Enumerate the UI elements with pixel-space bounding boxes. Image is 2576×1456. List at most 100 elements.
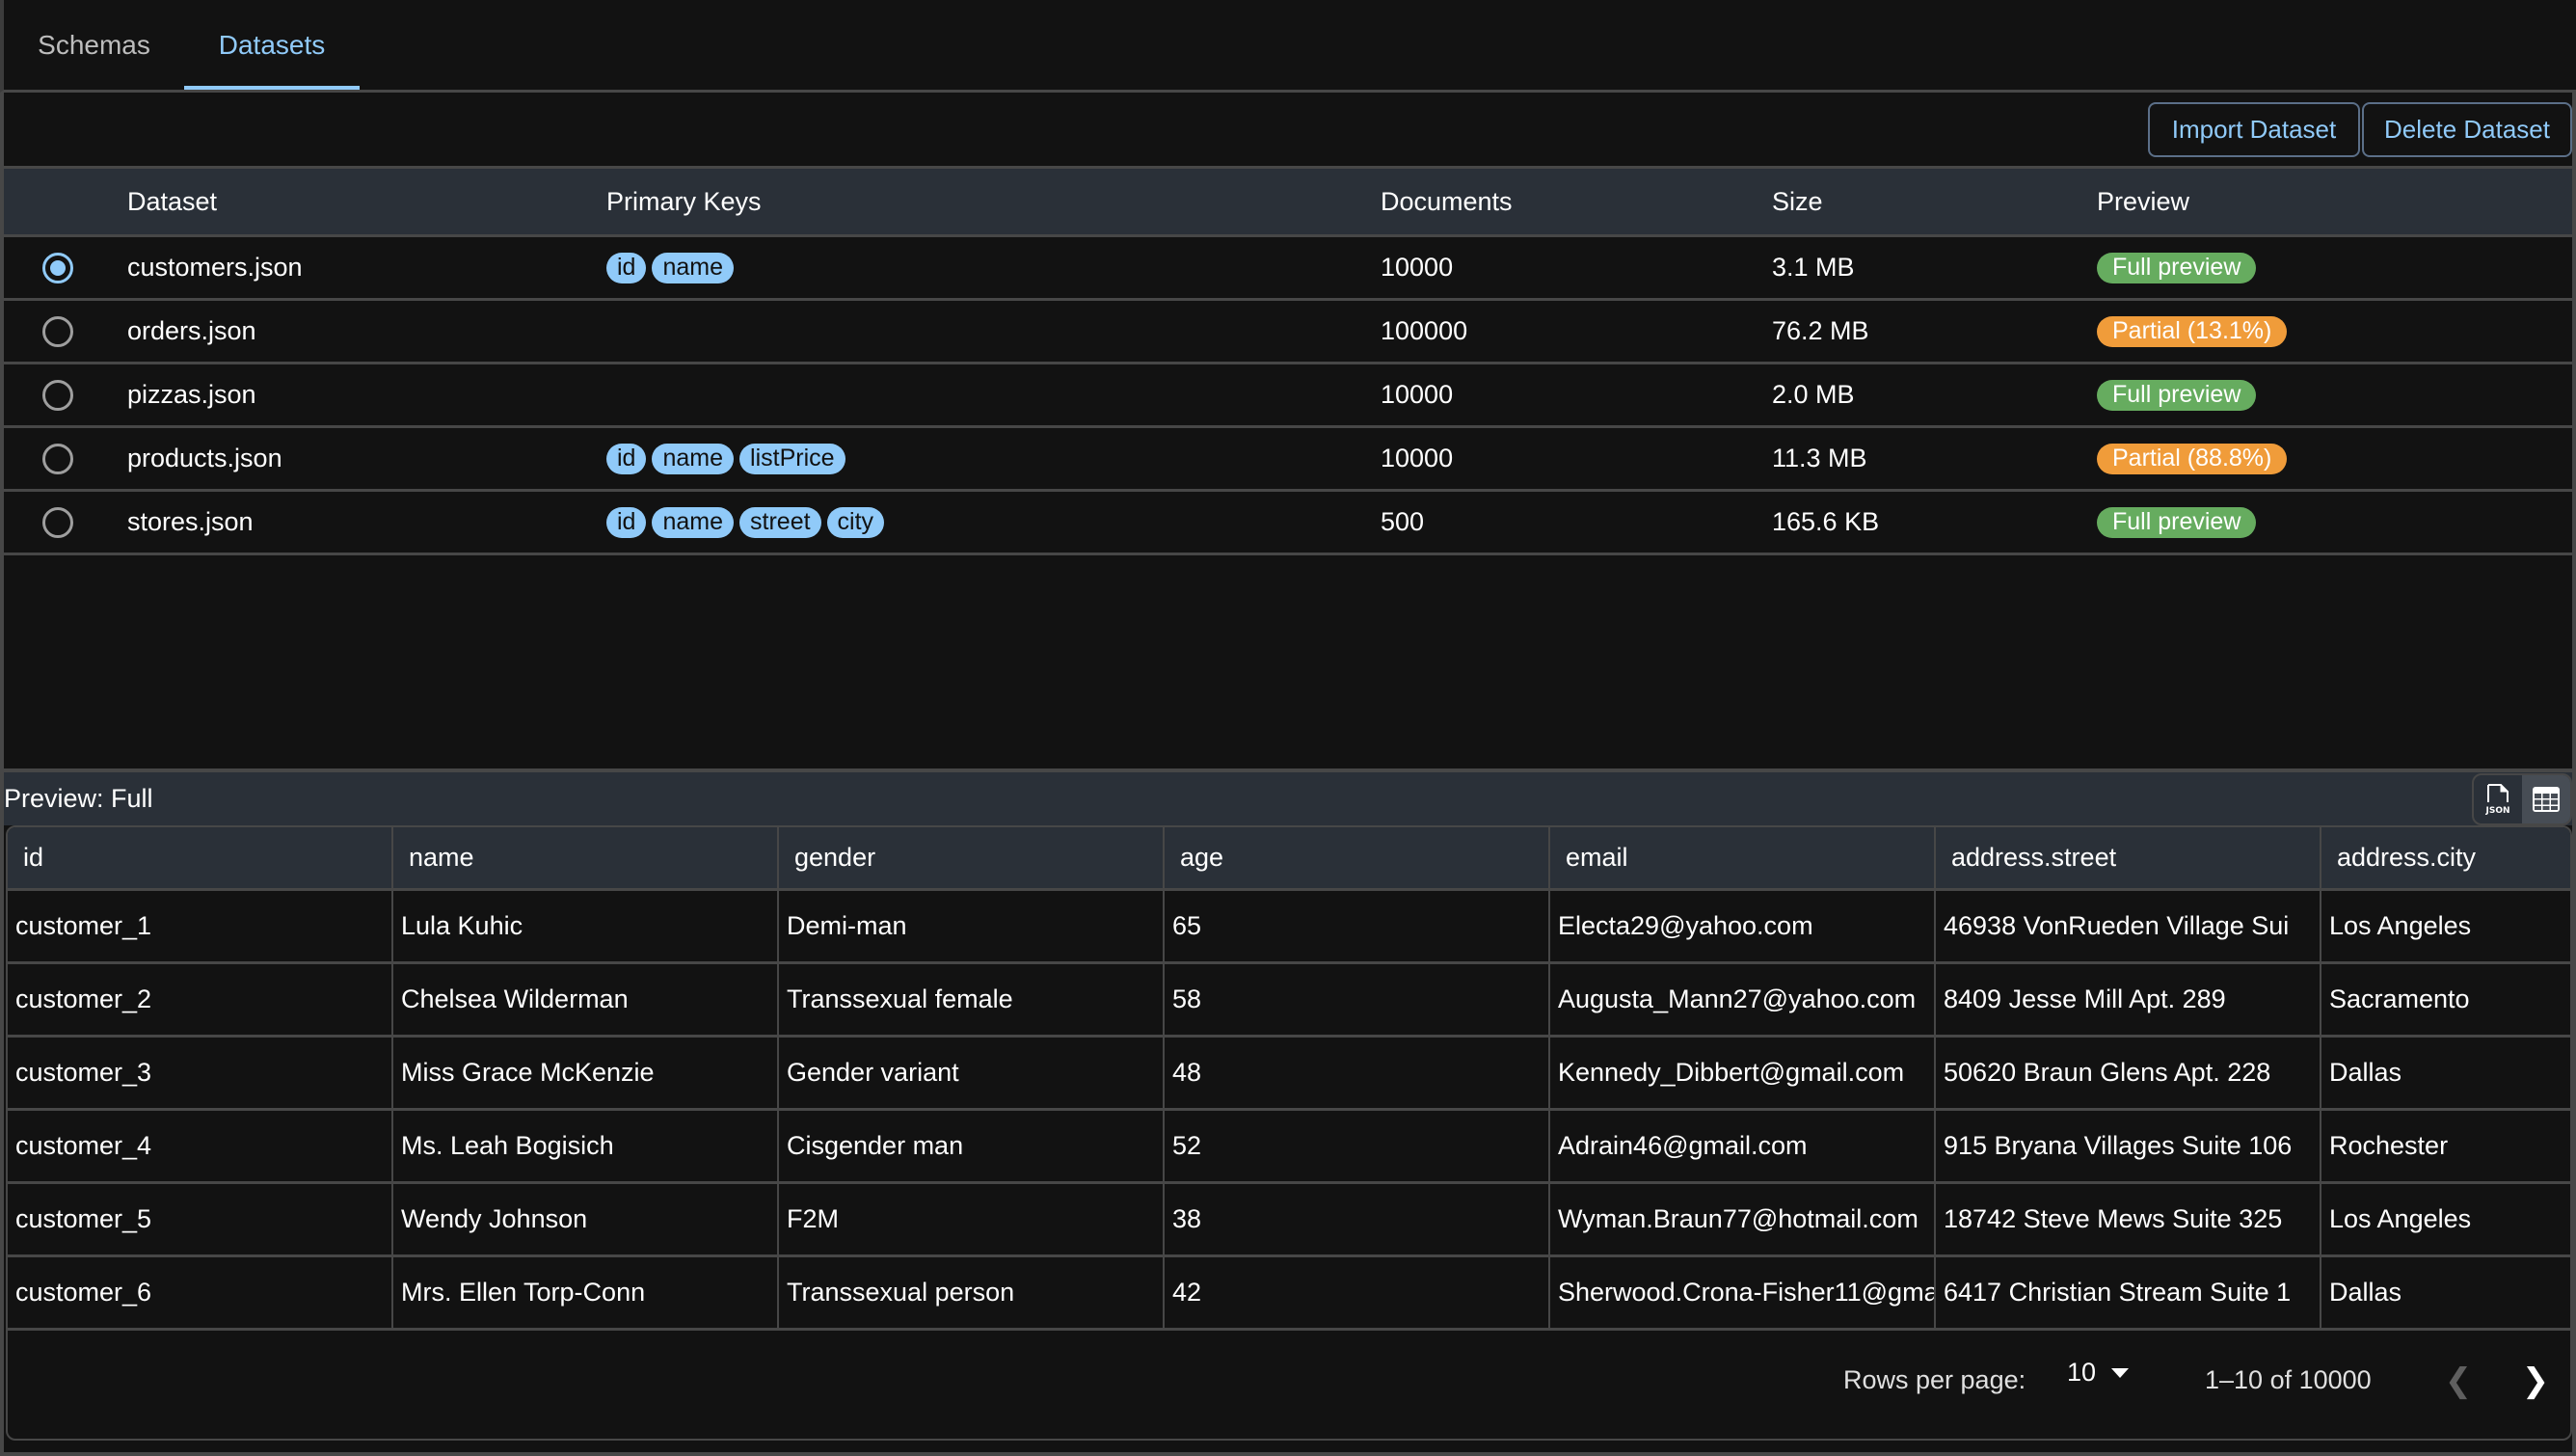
preview-table-row: customer_5 Wendy Johnson F2M 38 Wyman.Braun7… bbox=[8, 1184, 2570, 1257]
preview-table-row: customer_6 Mrs. Ellen Torp-Conn Transsexua… bbox=[8, 1257, 2570, 1331]
preview-column-header[interactable]: address.street bbox=[1936, 827, 2321, 888]
column-header-size: Size bbox=[1772, 186, 1823, 216]
preview-column-header[interactable]: gender bbox=[779, 827, 1165, 888]
dataset-radio-cell bbox=[39, 237, 77, 298]
document-count: 10000 bbox=[1381, 444, 1454, 472]
preview-cell-id: customer_3 bbox=[8, 1038, 393, 1108]
rows-per-page-value: 10 bbox=[2067, 1358, 2097, 1387]
preview-status-badge: Full preview bbox=[2097, 506, 2257, 538]
column-header-dataset: Dataset bbox=[127, 186, 218, 216]
dropdown-caret-icon bbox=[2111, 1367, 2130, 1378]
primary-key-chip: listPrice bbox=[739, 443, 845, 474]
preview-cell-address-city: Dallas bbox=[2329, 1278, 2402, 1307]
preview-cell-id: customer_1 bbox=[8, 891, 393, 961]
dataset-row[interactable]: orders.json 100000 76.2 MB Partial (13.1%) bbox=[4, 301, 2572, 364]
preview-cell-address-street: 18742 Steve Mews Suite 325 bbox=[1936, 1184, 2321, 1254]
primary-key-chip: id bbox=[606, 252, 647, 283]
preview-status-badge: Full preview bbox=[2097, 379, 2257, 411]
dataset-row[interactable]: stores.json id name street city 500 165.6 KB Fu… bbox=[4, 492, 2572, 555]
pagination-range: 1–10 of 10000 bbox=[2205, 1365, 2372, 1394]
json-view-button[interactable]: JSON bbox=[2474, 775, 2522, 823]
dataset-radio[interactable] bbox=[42, 315, 73, 347]
datasets-table-header: Dataset Primary Keys Documents Size Prev… bbox=[4, 166, 2572, 237]
document-count: 100000 bbox=[1381, 316, 1468, 345]
preview-cell-age: 58 bbox=[1165, 964, 1550, 1035]
preview-cell-gender: F2M bbox=[779, 1184, 1165, 1254]
datasets-table: Dataset Primary Keys Documents Size Prev… bbox=[4, 166, 2572, 555]
preview-cell-id: customer_4 bbox=[8, 1111, 393, 1181]
dataset-size: 3.1 MB bbox=[1772, 253, 1855, 282]
preview-column-header[interactable]: id bbox=[8, 827, 393, 888]
dataset-radio[interactable] bbox=[42, 443, 73, 474]
preview-column-header[interactable]: address.city bbox=[2321, 827, 2570, 888]
preview-cell-email: Augusta_Mann27@yahoo.com bbox=[1550, 964, 1936, 1035]
preview-column-header[interactable]: email bbox=[1550, 827, 1936, 888]
preview-cell-address-city: Rochester bbox=[2329, 1131, 2449, 1160]
dataset-name: orders.json bbox=[127, 316, 256, 345]
tab-schemas[interactable]: Schemas bbox=[4, 0, 184, 90]
preview-cell-address-street: 46938 VonRueden Village Sui bbox=[1936, 891, 2321, 961]
preview-cell-email: Sherwood.Crona-Fisher11@gmail.com bbox=[1550, 1257, 1936, 1328]
import-dataset-button[interactable]: Import Dataset bbox=[2148, 102, 2360, 157]
dataset-size: 11.3 MB bbox=[1772, 444, 1867, 472]
preview-cell-address-city: Los Angeles bbox=[2329, 911, 2472, 940]
dataset-name: pizzas.json bbox=[127, 380, 256, 409]
preview-cell: Partial (88.8%) bbox=[2097, 428, 2288, 489]
dataset-radio[interactable] bbox=[42, 506, 73, 538]
table-view-button[interactable] bbox=[2522, 775, 2570, 823]
preview-cell-name: Lula Kuhic bbox=[393, 891, 779, 961]
preview-cell: Full preview bbox=[2097, 237, 2257, 298]
preview-cell-address-street: 915 Bryana Villages Suite 106 bbox=[1936, 1111, 2321, 1181]
dataset-size: 165.6 KB bbox=[1772, 507, 1880, 536]
preview-cell-age: 42 bbox=[1165, 1257, 1550, 1328]
preview-column-header[interactable]: name bbox=[393, 827, 779, 888]
preview-cell-address-city: Los Angeles bbox=[2329, 1204, 2472, 1233]
preview-cell-age: 65 bbox=[1165, 891, 1550, 961]
preview-cell-age: 48 bbox=[1165, 1038, 1550, 1108]
dataset-radio[interactable] bbox=[42, 252, 73, 283]
primary-keys: id name listPrice bbox=[606, 428, 845, 489]
preview-table-row: customer_1 Lula Kuhic Demi-man 65 Electa29@y… bbox=[8, 891, 2570, 964]
primary-key-chip: name bbox=[652, 252, 735, 283]
preview-cell: Full preview bbox=[2097, 492, 2257, 553]
previous-page-button[interactable]: ❮ bbox=[2439, 1358, 2478, 1404]
chevron-left-icon: ❮ bbox=[2444, 1362, 2473, 1399]
toolbar: Import Dataset Delete Dataset bbox=[4, 93, 2572, 166]
dataset-name: products.json bbox=[127, 444, 282, 472]
preview-cell-id: customer_6 bbox=[8, 1257, 393, 1328]
preview-table-row: customer_3 Miss Grace McKenzie Gender vari… bbox=[8, 1038, 2570, 1111]
rows-per-page-label: Rows per page: bbox=[1843, 1365, 2026, 1394]
delete-dataset-button[interactable]: Delete Dataset bbox=[2362, 102, 2572, 157]
primary-keys: id name street city bbox=[606, 492, 885, 553]
preview-cell-gender: Cisgender man bbox=[779, 1111, 1165, 1181]
dataset-row[interactable]: pizzas.json 10000 2.0 MB Full preview bbox=[4, 364, 2572, 428]
next-page-button[interactable]: ❯ bbox=[2516, 1358, 2555, 1404]
dataset-radio-cell bbox=[39, 428, 77, 489]
primary-key-chip: id bbox=[606, 443, 647, 474]
preview-table-row: customer_4 Ms. Leah Bogisich Cisgender man… bbox=[8, 1111, 2570, 1184]
tab-datasets[interactable]: Datasets bbox=[184, 0, 360, 90]
preview-table-header: id name gender age email address.street addres… bbox=[8, 827, 2570, 891]
preview-cell-name: Ms. Leah Bogisich bbox=[393, 1111, 779, 1181]
svg-text:JSON: JSON bbox=[2484, 806, 2509, 816]
document-count: 10000 bbox=[1381, 380, 1454, 409]
primary-key-chip: id bbox=[606, 506, 647, 538]
preview-cell-gender: Gender variant bbox=[779, 1038, 1165, 1108]
primary-key-chip: name bbox=[652, 443, 735, 474]
preview-cell-age: 38 bbox=[1165, 1184, 1550, 1254]
preview-cell: Partial (13.1%) bbox=[2097, 301, 2288, 362]
dataset-row[interactable]: products.json id name listPrice 10000 11.3 MB… bbox=[4, 428, 2572, 492]
preview-column-header[interactable]: age bbox=[1165, 827, 1550, 888]
preview-cell-id: customer_2 bbox=[8, 964, 393, 1035]
rows-per-page-select[interactable]: 10 bbox=[2067, 1358, 2130, 1388]
preview-cell-name: Chelsea Wilderman bbox=[393, 964, 779, 1035]
preview-table: id name gender age email address.street addres… bbox=[6, 825, 2572, 1441]
preview-cell-email: Wyman.Braun77@hotmail.com bbox=[1550, 1184, 1936, 1254]
json-file-icon: JSON bbox=[2484, 784, 2510, 816]
preview-cell-address-street: 50620 Braun Glens Apt. 228 bbox=[1936, 1038, 2321, 1108]
primary-key-chip: name bbox=[652, 506, 735, 538]
preview-cell-name: Wendy Johnson bbox=[393, 1184, 779, 1254]
dataset-row[interactable]: customers.json id name 10000 3.1 MB Full prev… bbox=[4, 237, 2572, 301]
dataset-radio[interactable] bbox=[42, 379, 73, 411]
preview-cell-email: Electa29@yahoo.com bbox=[1550, 891, 1936, 961]
